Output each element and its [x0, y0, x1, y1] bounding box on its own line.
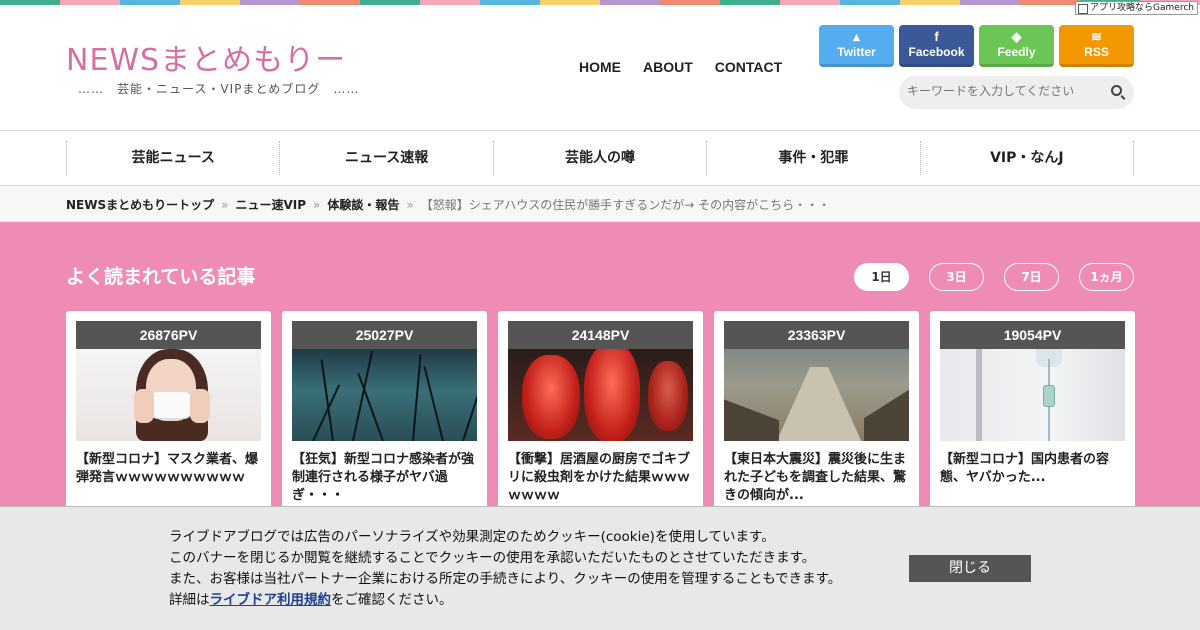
rss-button[interactable]: ≋ RSS	[1059, 25, 1134, 67]
rss-label: RSS	[1084, 45, 1109, 59]
article-thumbnail[interactable]	[724, 349, 909, 441]
pageview-badge: 25027PV	[292, 321, 477, 349]
nav-home[interactable]: HOME	[579, 59, 621, 75]
breadcrumb-taikendan[interactable]: 体験談・報告	[327, 198, 399, 212]
facebook-button[interactable]: f Facebook	[899, 25, 974, 67]
pageview-badge: 24148PV	[508, 321, 693, 349]
article-thumbnail[interactable]	[508, 349, 693, 441]
search-input[interactable]	[907, 84, 1097, 98]
article-card[interactable]: 24148PV 【衝撃】居酒屋の厨房でゴキブリに殺虫剤をかけた結果ｗｗｗｗｗｗｗ	[498, 311, 703, 511]
article-title[interactable]: 【新型コロナ】国内患者の容態、ヤバかった...	[940, 451, 1125, 487]
cookie-text: ライブドアブログでは広告のパーソナライズや効果測定のためクッキー(cookie)…	[169, 527, 841, 611]
feedly-label: Feedly	[997, 45, 1036, 59]
category-jiken-hanzai[interactable]: 事件・犯罪	[706, 141, 919, 175]
period-tab-3day[interactable]: 3日	[929, 263, 984, 291]
article-thumbnail[interactable]	[76, 349, 261, 441]
category-news-sokuhou[interactable]: ニュース速報	[279, 141, 492, 175]
breadcrumb-separator: »	[406, 198, 414, 212]
article-thumbnail[interactable]	[940, 349, 1125, 441]
article-title[interactable]: 【東日本大震災】震災後に生まれた子どもを調査した結果、驚きの傾向が...	[724, 451, 909, 505]
cookie-line: このバナーを閉じるか閲覧を継続することでクッキーの使用を承認いただいたものとさせ…	[169, 550, 816, 566]
twitter-button[interactable]: ▴ Twitter	[819, 25, 894, 67]
article-title[interactable]: 【衝撃】居酒屋の厨房でゴキブリに殺虫剤をかけた結果ｗｗｗｗｗｗｗ	[508, 451, 693, 505]
category-geinou-news[interactable]: 芸能ニュース	[66, 141, 279, 175]
breadcrumb: NEWSまとめもりートップ » ニュー速VIP » 体験談・報告 » 【怒報】シェアハウスの…	[0, 186, 1200, 222]
period-tab-1day[interactable]: 1日	[854, 263, 909, 291]
search-icon[interactable]	[1111, 85, 1122, 96]
cookie-banner: ライブドアブログでは広告のパーソナライズや効果測定のためクッキー(cookie)…	[0, 506, 1200, 630]
cookie-line: ライブドアブログでは広告のパーソナライズや効果測定のためクッキー(cookie)…	[169, 529, 775, 545]
breadcrumb-vip[interactable]: ニュー速VIP	[235, 198, 306, 212]
article-title[interactable]: 【新型コロナ】マスク業者、爆弾発言ｗｗｗｗｗｗｗｗｗｗ	[76, 451, 261, 487]
category-vip-nanj[interactable]: VIP・なんJ	[919, 141, 1135, 175]
site-header: NEWSまとめもりー …… 芸能・ニュース・VIPまとめブログ …… HOME …	[0, 5, 1200, 130]
category-nav: 芸能ニュース ニュース速報 芸能人の噂 事件・犯罪 VIP・なんJ	[0, 130, 1200, 186]
breadcrumb-separator: »	[313, 198, 321, 212]
social-buttons: ▴ Twitter f Facebook ◈ Feedly ≋ RSS	[819, 25, 1134, 67]
site-tagline: …… 芸能・ニュース・VIPまとめブログ ……	[78, 82, 360, 96]
period-tab-1month[interactable]: 1ヵ月	[1079, 263, 1134, 291]
cookie-line: また、お客様は当社パートナー企業における所定の手続きにより、クッキーの使用を管理…	[169, 571, 842, 587]
article-card[interactable]: 19054PV 【新型コロナ】国内患者の容態、ヤバかった...	[930, 311, 1135, 511]
search-box	[899, 76, 1134, 109]
global-nav: HOME ABOUT CONTACT	[579, 59, 782, 75]
period-tab-7day[interactable]: 7日	[1004, 263, 1059, 291]
pageview-badge: 23363PV	[724, 321, 909, 349]
site-logo[interactable]: NEWSまとめもりー	[66, 35, 346, 79]
article-card[interactable]: 26876PV 【新型コロナ】マスク業者、爆弾発言ｗｗｗｗｗｗｗｗｗｗ	[66, 311, 271, 511]
breadcrumb-current: 【怒報】シェアハウスの住民が勝手すぎるンだが→ その内容がこちら・・・	[420, 198, 831, 212]
nav-about[interactable]: ABOUT	[643, 59, 693, 75]
cookie-detail-prefix: 詳細は	[169, 592, 210, 608]
pageview-badge: 26876PV	[76, 321, 261, 349]
twitter-bird-icon: ▴	[853, 29, 860, 44]
category-geinoujin-uwasa[interactable]: 芸能人の噂	[492, 141, 706, 175]
twitter-label: Twitter	[837, 45, 876, 59]
facebook-f-icon: f	[934, 29, 939, 44]
breadcrumb-separator: »	[221, 198, 229, 212]
cookie-line: 詳細はライブドア利用規約をご確認ください。	[169, 590, 841, 611]
pageview-badge: 19054PV	[940, 321, 1125, 349]
terms-link[interactable]: ライブドア利用規約	[210, 592, 332, 608]
article-card[interactable]: 23363PV 【東日本大震災】震災後に生まれた子どもを調査した結果、驚きの傾向…	[714, 311, 919, 511]
cookie-detail-suffix: をご確認ください。	[331, 592, 453, 608]
period-tabs: 1日 3日 7日 1ヵ月	[854, 263, 1134, 291]
rss-icon: ≋	[1091, 29, 1102, 44]
cookie-close-button[interactable]: 閉じる	[909, 555, 1031, 582]
feedly-button[interactable]: ◈ Feedly	[979, 25, 1054, 67]
facebook-label: Facebook	[908, 45, 965, 59]
nav-contact[interactable]: CONTACT	[715, 59, 782, 75]
popular-title: よく読まれている記事	[66, 266, 256, 288]
feedly-icon: ◈	[1011, 29, 1022, 44]
article-thumbnail[interactable]	[292, 349, 477, 441]
article-card[interactable]: 25027PV 【狂気】新型コロナ感染者が強制連行される様子がヤバ過ぎ・・・	[282, 311, 487, 511]
popular-cards: 26876PV 【新型コロナ】マスク業者、爆弾発言ｗｗｗｗｗｗｗｗｗｗ 2502…	[66, 311, 1135, 511]
article-title[interactable]: 【狂気】新型コロナ感染者が強制連行される様子がヤバ過ぎ・・・	[292, 451, 477, 505]
breadcrumb-top[interactable]: NEWSまとめもりートップ	[66, 198, 214, 212]
